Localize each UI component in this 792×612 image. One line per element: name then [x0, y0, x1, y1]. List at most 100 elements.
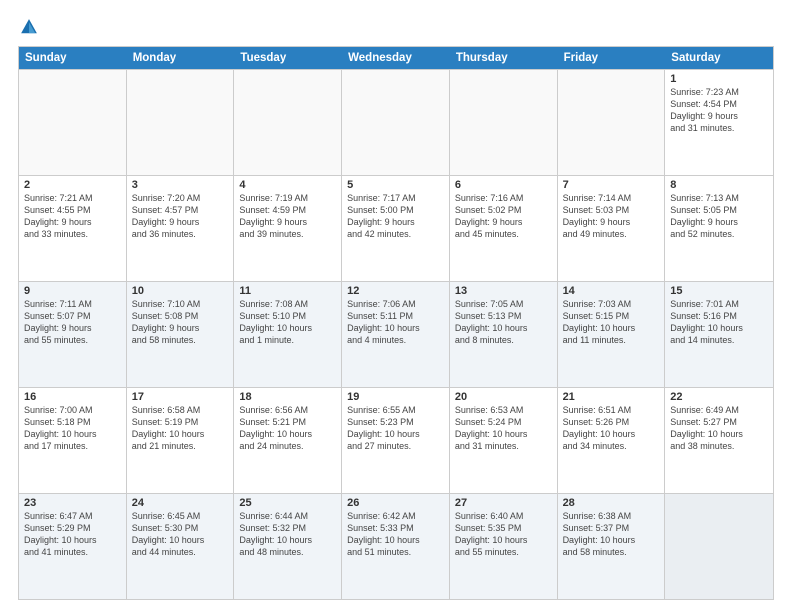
day-info: Sunrise: 7:05 AM Sunset: 5:13 PM Dayligh… — [455, 298, 552, 347]
day-number: 6 — [455, 179, 552, 191]
day-info: Sunrise: 7:21 AM Sunset: 4:55 PM Dayligh… — [24, 192, 121, 241]
day-number: 25 — [239, 497, 336, 509]
weekday-header-wednesday: Wednesday — [342, 47, 450, 69]
calendar-cell-3-6: 22Sunrise: 6:49 AM Sunset: 5:27 PM Dayli… — [665, 388, 773, 493]
calendar-cell-4-0: 23Sunrise: 6:47 AM Sunset: 5:29 PM Dayli… — [19, 494, 127, 599]
day-number: 21 — [563, 391, 660, 403]
day-info: Sunrise: 7:10 AM Sunset: 5:08 PM Dayligh… — [132, 298, 229, 347]
day-info: Sunrise: 7:13 AM Sunset: 5:05 PM Dayligh… — [670, 192, 768, 241]
day-number: 13 — [455, 285, 552, 297]
logo-icon — [18, 16, 40, 38]
day-info: Sunrise: 7:23 AM Sunset: 4:54 PM Dayligh… — [670, 86, 768, 135]
logo — [18, 16, 44, 38]
calendar-cell-4-6 — [665, 494, 773, 599]
day-number: 23 — [24, 497, 121, 509]
calendar-cell-2-4: 13Sunrise: 7:05 AM Sunset: 5:13 PM Dayli… — [450, 282, 558, 387]
calendar-cell-0-0 — [19, 70, 127, 175]
calendar-row-2: 9Sunrise: 7:11 AM Sunset: 5:07 PM Daylig… — [19, 281, 773, 387]
calendar-cell-3-2: 18Sunrise: 6:56 AM Sunset: 5:21 PM Dayli… — [234, 388, 342, 493]
calendar-cell-2-0: 9Sunrise: 7:11 AM Sunset: 5:07 PM Daylig… — [19, 282, 127, 387]
calendar-cell-1-1: 3Sunrise: 7:20 AM Sunset: 4:57 PM Daylig… — [127, 176, 235, 281]
day-info: Sunrise: 6:38 AM Sunset: 5:37 PM Dayligh… — [563, 510, 660, 559]
day-info: Sunrise: 7:16 AM Sunset: 5:02 PM Dayligh… — [455, 192, 552, 241]
calendar-row-0: 1Sunrise: 7:23 AM Sunset: 4:54 PM Daylig… — [19, 69, 773, 175]
calendar-cell-2-6: 15Sunrise: 7:01 AM Sunset: 5:16 PM Dayli… — [665, 282, 773, 387]
day-info: Sunrise: 6:45 AM Sunset: 5:30 PM Dayligh… — [132, 510, 229, 559]
day-info: Sunrise: 7:06 AM Sunset: 5:11 PM Dayligh… — [347, 298, 444, 347]
day-number: 14 — [563, 285, 660, 297]
day-number: 12 — [347, 285, 444, 297]
weekday-header-saturday: Saturday — [665, 47, 773, 69]
day-number: 10 — [132, 285, 229, 297]
day-number: 20 — [455, 391, 552, 403]
calendar-row-4: 23Sunrise: 6:47 AM Sunset: 5:29 PM Dayli… — [19, 493, 773, 599]
day-number: 26 — [347, 497, 444, 509]
calendar-body: 1Sunrise: 7:23 AM Sunset: 4:54 PM Daylig… — [19, 69, 773, 599]
weekday-header-friday: Friday — [558, 47, 666, 69]
day-number: 16 — [24, 391, 121, 403]
calendar-cell-2-1: 10Sunrise: 7:10 AM Sunset: 5:08 PM Dayli… — [127, 282, 235, 387]
day-info: Sunrise: 7:01 AM Sunset: 5:16 PM Dayligh… — [670, 298, 768, 347]
calendar-cell-2-5: 14Sunrise: 7:03 AM Sunset: 5:15 PM Dayli… — [558, 282, 666, 387]
day-info: Sunrise: 6:42 AM Sunset: 5:33 PM Dayligh… — [347, 510, 444, 559]
day-number: 1 — [670, 73, 768, 85]
calendar-cell-4-5: 28Sunrise: 6:38 AM Sunset: 5:37 PM Dayli… — [558, 494, 666, 599]
calendar-row-3: 16Sunrise: 7:00 AM Sunset: 5:18 PM Dayli… — [19, 387, 773, 493]
calendar-cell-1-4: 6Sunrise: 7:16 AM Sunset: 5:02 PM Daylig… — [450, 176, 558, 281]
calendar-cell-3-4: 20Sunrise: 6:53 AM Sunset: 5:24 PM Dayli… — [450, 388, 558, 493]
day-number: 19 — [347, 391, 444, 403]
day-info: Sunrise: 6:56 AM Sunset: 5:21 PM Dayligh… — [239, 404, 336, 453]
day-info: Sunrise: 7:17 AM Sunset: 5:00 PM Dayligh… — [347, 192, 444, 241]
calendar-cell-4-1: 24Sunrise: 6:45 AM Sunset: 5:30 PM Dayli… — [127, 494, 235, 599]
day-number: 9 — [24, 285, 121, 297]
calendar-cell-0-1 — [127, 70, 235, 175]
day-info: Sunrise: 7:00 AM Sunset: 5:18 PM Dayligh… — [24, 404, 121, 453]
calendar-cell-0-3 — [342, 70, 450, 175]
weekday-header-sunday: Sunday — [19, 47, 127, 69]
header — [18, 16, 774, 38]
day-number: 22 — [670, 391, 768, 403]
day-info: Sunrise: 6:49 AM Sunset: 5:27 PM Dayligh… — [670, 404, 768, 453]
day-info: Sunrise: 7:20 AM Sunset: 4:57 PM Dayligh… — [132, 192, 229, 241]
day-info: Sunrise: 7:14 AM Sunset: 5:03 PM Dayligh… — [563, 192, 660, 241]
day-info: Sunrise: 6:47 AM Sunset: 5:29 PM Dayligh… — [24, 510, 121, 559]
calendar-row-1: 2Sunrise: 7:21 AM Sunset: 4:55 PM Daylig… — [19, 175, 773, 281]
day-number: 5 — [347, 179, 444, 191]
day-info: Sunrise: 6:53 AM Sunset: 5:24 PM Dayligh… — [455, 404, 552, 453]
day-info: Sunrise: 6:51 AM Sunset: 5:26 PM Dayligh… — [563, 404, 660, 453]
calendar-cell-4-2: 25Sunrise: 6:44 AM Sunset: 5:32 PM Dayli… — [234, 494, 342, 599]
day-number: 2 — [24, 179, 121, 191]
calendar-cell-3-0: 16Sunrise: 7:00 AM Sunset: 5:18 PM Dayli… — [19, 388, 127, 493]
calendar: SundayMondayTuesdayWednesdayThursdayFrid… — [18, 46, 774, 600]
day-number: 11 — [239, 285, 336, 297]
calendar-cell-2-3: 12Sunrise: 7:06 AM Sunset: 5:11 PM Dayli… — [342, 282, 450, 387]
day-number: 8 — [670, 179, 768, 191]
day-info: Sunrise: 6:55 AM Sunset: 5:23 PM Dayligh… — [347, 404, 444, 453]
calendar-cell-1-5: 7Sunrise: 7:14 AM Sunset: 5:03 PM Daylig… — [558, 176, 666, 281]
calendar-cell-0-4 — [450, 70, 558, 175]
page: SundayMondayTuesdayWednesdayThursdayFrid… — [0, 0, 792, 612]
calendar-cell-3-1: 17Sunrise: 6:58 AM Sunset: 5:19 PM Dayli… — [127, 388, 235, 493]
day-info: Sunrise: 6:40 AM Sunset: 5:35 PM Dayligh… — [455, 510, 552, 559]
day-number: 4 — [239, 179, 336, 191]
day-number: 28 — [563, 497, 660, 509]
day-info: Sunrise: 7:03 AM Sunset: 5:15 PM Dayligh… — [563, 298, 660, 347]
calendar-cell-3-3: 19Sunrise: 6:55 AM Sunset: 5:23 PM Dayli… — [342, 388, 450, 493]
calendar-cell-3-5: 21Sunrise: 6:51 AM Sunset: 5:26 PM Dayli… — [558, 388, 666, 493]
day-number: 17 — [132, 391, 229, 403]
day-info: Sunrise: 7:11 AM Sunset: 5:07 PM Dayligh… — [24, 298, 121, 347]
calendar-cell-2-2: 11Sunrise: 7:08 AM Sunset: 5:10 PM Dayli… — [234, 282, 342, 387]
weekday-header-thursday: Thursday — [450, 47, 558, 69]
calendar-cell-4-4: 27Sunrise: 6:40 AM Sunset: 5:35 PM Dayli… — [450, 494, 558, 599]
day-number: 15 — [670, 285, 768, 297]
day-info: Sunrise: 7:08 AM Sunset: 5:10 PM Dayligh… — [239, 298, 336, 347]
day-info: Sunrise: 7:19 AM Sunset: 4:59 PM Dayligh… — [239, 192, 336, 241]
calendar-cell-0-5 — [558, 70, 666, 175]
calendar-cell-1-0: 2Sunrise: 7:21 AM Sunset: 4:55 PM Daylig… — [19, 176, 127, 281]
day-number: 3 — [132, 179, 229, 191]
calendar-cell-1-2: 4Sunrise: 7:19 AM Sunset: 4:59 PM Daylig… — [234, 176, 342, 281]
day-info: Sunrise: 6:58 AM Sunset: 5:19 PM Dayligh… — [132, 404, 229, 453]
calendar-header: SundayMondayTuesdayWednesdayThursdayFrid… — [19, 47, 773, 69]
calendar-cell-1-3: 5Sunrise: 7:17 AM Sunset: 5:00 PM Daylig… — [342, 176, 450, 281]
calendar-cell-1-6: 8Sunrise: 7:13 AM Sunset: 5:05 PM Daylig… — [665, 176, 773, 281]
